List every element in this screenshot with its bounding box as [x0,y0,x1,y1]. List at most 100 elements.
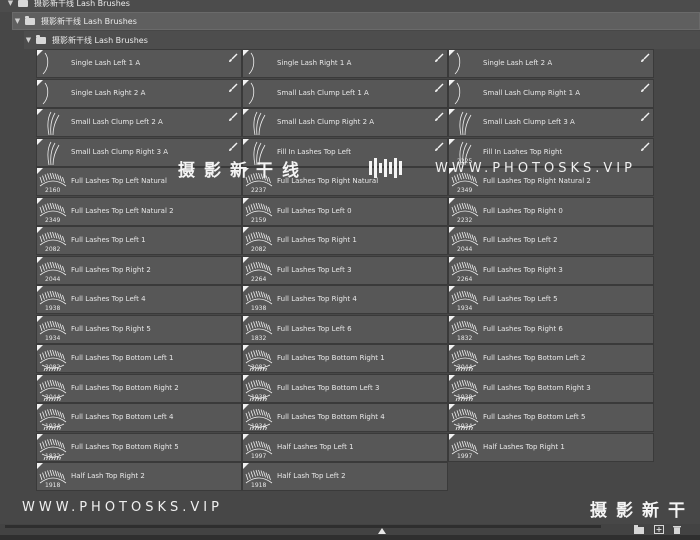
brush-corner-marker [243,286,249,292]
watermark-en-bottom: WWW.PHOTOSKS.VIP [22,500,223,515]
lash-thumbnail-icon [47,111,60,135]
brush-tool-icon [641,142,650,151]
folder-row-level-2[interactable]: ▼ 摄影新干线 Lash Brushes [24,31,700,49]
lash-thumbnail-icon [253,111,266,135]
brush-size: 1832 [45,452,61,460]
brush-name: Half Lashes Top Left 1 [277,442,354,451]
brush-item[interactable]: Single Lash Left 2 A [448,49,654,78]
folder-name: 摄影新干线 Lash Brushes [41,16,137,26]
brush-name: Single Lash Left 1 A [71,59,141,67]
brush-item[interactable]: 1938 Full Lashes Top Bottom Left 3 [242,373,448,403]
brush-name: Full Lashes Top Bottom Right 5 [71,442,179,451]
brush-item[interactable]: Single Lash Right 1 A [242,49,448,78]
brush-corner-marker [37,227,43,233]
brush-item[interactable]: Small Lash Clump Right 2 A [242,108,448,137]
brush-item[interactable]: 1934 Full Lashes Top Bottom Left 4 [36,403,242,432]
folder-row-level-1[interactable]: ▼ 摄影新干线 Lash Brushes [12,12,700,30]
brush-item[interactable]: 1934 Full Lashes Top Bottom Right 4 [242,403,448,432]
brush-tool-icon [435,142,444,151]
lash-thumbnail-icon [47,141,60,165]
brush-item[interactable]: 1832 Full Lashes Top Bottom Right 5 [36,432,242,462]
lash-thumbnail-icon [248,52,255,75]
brush-corner-marker [449,286,455,292]
brush-item[interactable]: Small Lash Clump Left 3 A [448,108,654,137]
brush-item[interactable]: 2044 Full Lashes Top Left 2 [448,226,654,255]
brush-name: Small Lash Clump Right 3 A [71,147,169,156]
brush-corner-marker [37,315,43,322]
brush-corner-marker [37,138,43,145]
brush-tool-icon [229,53,238,62]
new-brush-icon[interactable] [654,525,664,534]
brush-corner-marker [243,109,249,115]
brush-size: 2044 [45,393,61,401]
brush-corner-marker [243,227,249,233]
new-group-icon[interactable] [634,525,644,534]
brush-name: Half Lashes Top Right 1 [483,442,565,451]
brush-item[interactable]: Small Lash Clump Right 1 A [448,78,654,108]
brush-size: 1918 [45,482,61,489]
brush-name: Full Lashes Top Left Natural 2 [71,206,174,215]
brush-size: 2082 [251,246,267,253]
brush-size: 1934 [457,423,473,430]
brush-size: 1832 [457,334,473,342]
brush-item[interactable]: 2082 Full Lashes Top Bottom Left 1 [36,344,242,373]
brush-item[interactable]: 2082 Full Lashes Top Left 1 [36,226,242,255]
brush-size: 1934 [45,423,61,430]
brush-item[interactable]: 2159 Full Lashes Top Left 0 [242,196,448,226]
brush-item[interactable]: 1832 Full Lashes Top Left 6 [242,314,448,344]
brush-name: Full Lashes Top Right 1 [277,236,357,244]
brush-size: 1938 [251,305,267,312]
brush-name: Full Lashes Top Right 4 [277,295,357,303]
brush-item[interactable]: 1997 Half Lashes Top Left 1 [242,432,448,462]
lash-thumbnail-icon [454,52,461,75]
brush-corner-marker [37,50,43,56]
brush-corner-marker [37,168,43,174]
brush-item[interactable]: 2044 Full Lashes Top Right 2 [36,255,242,285]
brush-name: Full Lashes Top Bottom Left 2 [483,354,586,362]
brush-item[interactable]: 2264 Full Lashes Top Left 3 [242,255,448,285]
chevron-down-icon[interactable]: ▼ [6,0,15,7]
brush-corner-marker [243,197,249,204]
brush-item[interactable]: 2044 Full Lashes Top Bottom Right 2 [36,373,242,403]
brush-size: 1997 [251,452,267,460]
brush-item[interactable]: 1934 Full Lashes Top Bottom Left 5 [448,403,654,432]
chevron-down-icon[interactable]: ▼ [13,17,22,25]
lash-thumbnail-icon [454,82,461,104]
brush-size: 1938 [457,393,473,401]
brush-item[interactable]: Small Lash Clump Left 2 A [36,108,242,137]
brush-size: 2349 [45,216,61,224]
watermark-cn-center: 摄影新干线 [178,161,308,181]
brush-item[interactable]: 1918 Half Lash Top Right 2 [36,462,242,491]
trash-icon[interactable] [672,525,682,534]
brush-item[interactable]: 2232 Full Lashes Top Right 0 [448,196,654,226]
brush-tool-icon [435,83,444,92]
brush-item[interactable]: 2044 Full Lashes Top Bottom Left 2 [448,344,654,373]
brush-item[interactable]: 2349 Full Lashes Top Left Natural 2 [36,196,242,226]
chevron-down-icon[interactable]: ▼ [24,36,33,44]
brush-size: 2237 [251,187,267,194]
lash-thumbnail-icon [459,111,472,135]
brush-item[interactable]: 1938 Full Lashes Top Right 4 [242,285,448,314]
brush-size: 2044 [457,364,473,371]
brush-name: Full Lashes Top Bottom Left 1 [71,354,174,362]
folder-row-root[interactable]: ▼ 摄影新干线 Lash Brushes [0,0,700,12]
brush-item[interactable]: 1997 Half Lashes Top Right 1 [448,432,654,462]
thumbnail-size-slider[interactable] [378,528,386,534]
brush-item[interactable]: Small Lash Clump Left 1 A [242,78,448,108]
brush-item[interactable]: 1934 Full Lashes Top Right 5 [36,314,242,344]
brush-item[interactable]: 1938 Full Lashes Top Bottom Right 3 [448,373,654,403]
brush-size: 2082 [45,364,61,371]
brush-item[interactable]: Single Lash Right 2 A [36,78,242,108]
brush-item[interactable]: 1918 Half Lash Top Left 2 [242,462,448,491]
brush-item[interactable]: Single Lash Left 1 A [36,49,242,78]
brush-corner-marker [243,138,249,145]
brush-item[interactable]: 1934 Full Lashes Top Left 5 [448,285,654,314]
brush-corner-marker [243,433,249,440]
brush-item[interactable]: 1938 Full Lashes Top Left 4 [36,285,242,314]
brush-item[interactable]: 2264 Full Lashes Top Right 3 [448,255,654,285]
brush-item[interactable]: 2082 Full Lashes Top Bottom Right 1 [242,344,448,373]
brush-item[interactable]: 2082 Full Lashes Top Right 1 [242,226,448,255]
horizontal-scrollbar[interactable] [5,525,601,528]
brush-corner-marker [449,374,455,381]
brush-item[interactable]: 1832 Full Lashes Top Right 6 [448,314,654,344]
